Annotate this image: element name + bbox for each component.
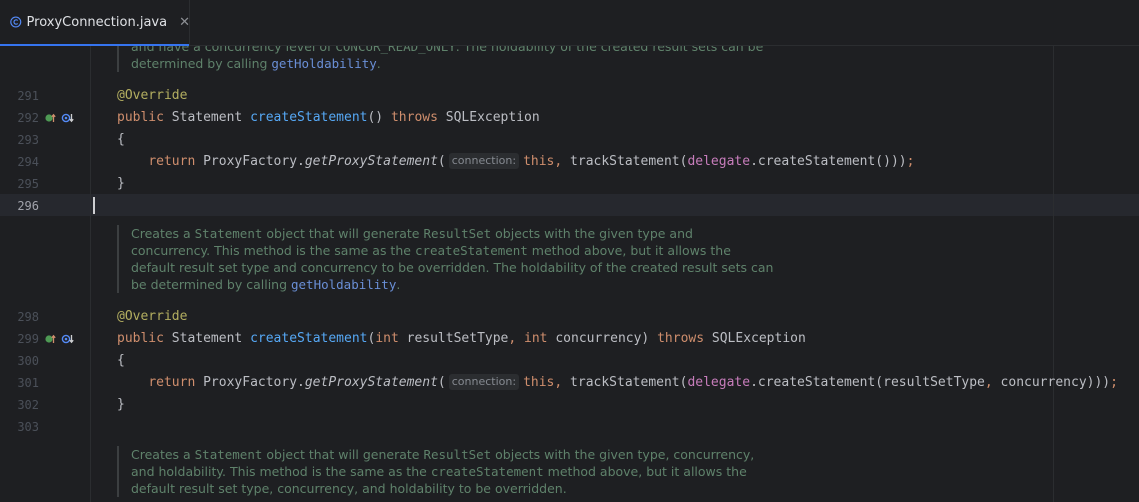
javadoc-line: and have a concurrency level of CONCUR_R… — [131, 46, 764, 54]
code-text: @Override — [117, 309, 188, 324]
javadoc-block: Creates a Statement object that will gen… — [117, 225, 773, 293]
javadoc-line: default result set type, concurrency, an… — [131, 481, 567, 496]
code-text: public Statement createStatement(int res… — [117, 331, 806, 346]
line-number: 301 — [17, 376, 39, 390]
code-text: return ProxyFactory.getProxyStatement(co… — [148, 153, 915, 169]
parameter-hint: connection: — [448, 153, 520, 169]
code-text: } — [117, 176, 125, 191]
editor-tab-bar: ProxyConnection.java ✕ — [0, 0, 1139, 46]
parameter-hint: connection: — [448, 374, 520, 390]
code-line[interactable]: 302} — [0, 394, 1139, 416]
overriding-method-icon — [61, 334, 74, 344]
code-line[interactable]: 298 @Override — [0, 306, 1139, 328]
javadoc-line: Creates a Statement object that will gen… — [131, 447, 755, 462]
line-number: 299 — [17, 332, 39, 346]
code-line[interactable]: 303 — [0, 416, 1139, 438]
code-line[interactable]: 295} — [0, 173, 1139, 195]
line-number: 296 — [17, 199, 39, 213]
line-number: 298 — [17, 310, 39, 324]
implementing-method-icon — [45, 334, 56, 343]
gutter-override-icons[interactable] — [44, 112, 76, 124]
code-line[interactable]: 296 — [0, 195, 1139, 217]
line-number: 294 — [17, 155, 39, 169]
javadoc-line: concurrency. This method is the same as … — [131, 243, 731, 258]
implementing-method-icon — [45, 113, 56, 122]
code-text: } — [117, 397, 125, 412]
code-text: { — [117, 132, 125, 147]
javadoc-link[interactable]: getHoldability — [271, 56, 376, 71]
line-number: 300 — [17, 354, 39, 368]
tab-filename: ProxyConnection.java — [26, 14, 168, 30]
code-editor[interactable]: 291 @Override 292 public Statement createSt… — [0, 46, 1139, 502]
line-number: 291 — [17, 89, 39, 103]
tab-proxyconnection-java[interactable]: ProxyConnection.java ✕ — [0, 0, 190, 46]
javadoc-block: Creates a Statement object that will gen… — [117, 446, 754, 497]
line-number: 295 — [17, 177, 39, 191]
text-caret — [93, 197, 95, 214]
code-text: public Statement createStatement() throw… — [117, 110, 540, 125]
line-number: 303 — [17, 420, 39, 434]
javadoc-line: be determined by calling getHoldability. — [131, 277, 401, 292]
javadoc-line: default result set type and concurrency … — [131, 260, 774, 275]
line-number: 302 — [17, 398, 39, 412]
code-line[interactable]: 294 return ProxyFactory.getProxyStatemen… — [0, 151, 1139, 173]
javadoc-link[interactable]: getHoldability — [291, 277, 396, 292]
code-text: @Override — [117, 88, 188, 103]
line-number: 292 — [17, 111, 39, 125]
javadoc-block: and have a concurrency level of CONCUR_R… — [117, 46, 763, 72]
code-text: { — [117, 353, 125, 368]
code-line[interactable]: 293 { — [0, 129, 1139, 151]
javadoc-line: Creates a Statement object that will gen… — [131, 226, 693, 241]
code-line[interactable]: 300 { — [0, 350, 1139, 372]
java-class-icon — [10, 16, 22, 28]
line-number: 293 — [17, 133, 39, 147]
javadoc-line: determined by calling getHoldability. — [131, 56, 381, 71]
gutter-override-icons[interactable] — [44, 333, 76, 345]
code-line[interactable]: 292 public Statement createStatement() th… — [0, 107, 1139, 129]
code-line[interactable]: 291 @Override — [0, 85, 1139, 107]
overriding-method-icon — [61, 113, 74, 123]
code-line[interactable]: 299 public Statement createStatement(int … — [0, 328, 1139, 350]
code-text: return ProxyFactory.getProxyStatement(co… — [148, 374, 1118, 390]
javadoc-line: and holdability. This method is the same… — [131, 464, 747, 479]
code-line[interactable]: 301 return ProxyFactory.getProxyStatemen… — [0, 372, 1139, 394]
